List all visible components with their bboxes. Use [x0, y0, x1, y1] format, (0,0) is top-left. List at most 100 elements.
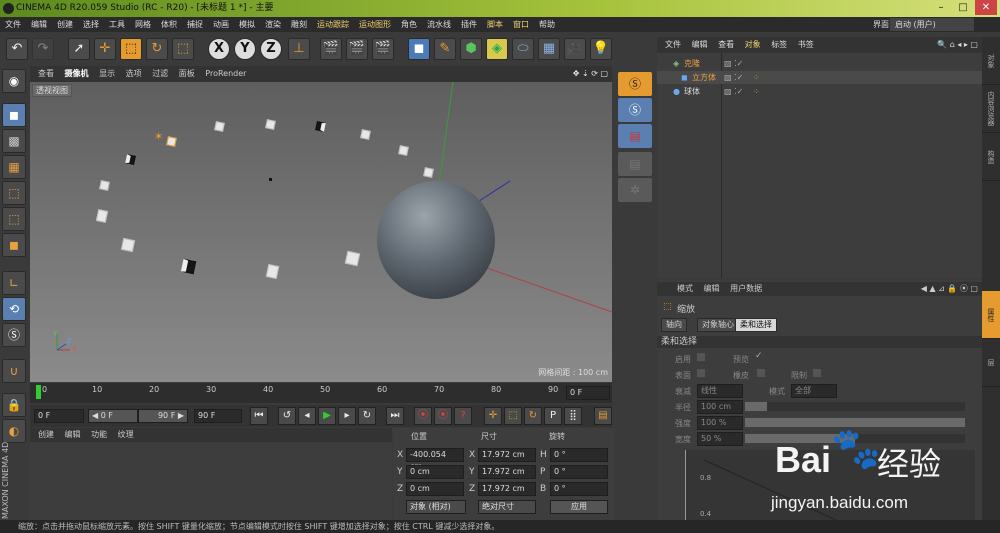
- subdivision-icon[interactable]: ⬢: [460, 38, 482, 60]
- menu-script[interactable]: 脚本: [482, 17, 508, 32]
- coordinate-system-icon[interactable]: ⊥: [288, 38, 310, 60]
- enable-checkbox[interactable]: [697, 353, 705, 361]
- preview-checkbox[interactable]: ✓: [755, 351, 763, 361]
- layer-browser-icon[interactable]: ▤: [618, 124, 652, 148]
- viewport-menu-view[interactable]: 查看: [38, 69, 54, 78]
- size-z-field[interactable]: 17.972 cm: [478, 482, 536, 496]
- next-frame-icon[interactable]: ▸: [338, 407, 356, 425]
- falloff-select[interactable]: 线性: [697, 384, 743, 398]
- menu-help[interactable]: 帮助: [534, 17, 560, 32]
- viewport-menu-prorender[interactable]: ProRender: [205, 69, 246, 78]
- z-axis-lock-button[interactable]: Z: [260, 38, 282, 60]
- radius-field[interactable]: 100 cm: [697, 400, 743, 414]
- clone-cube[interactable]: [398, 145, 409, 156]
- menu-file[interactable]: 文件: [0, 17, 26, 32]
- menu-tools[interactable]: 工具: [104, 17, 130, 32]
- restrict-checkbox[interactable]: [813, 369, 821, 377]
- obj-menu-edit[interactable]: 编辑: [692, 40, 708, 49]
- vtab-content-browser[interactable]: 内容浏览器: [982, 85, 1000, 133]
- clone-cube[interactable]: [120, 237, 136, 253]
- lock-workplane-icon[interactable]: 🔒: [2, 393, 26, 417]
- key-position-icon[interactable]: ✛: [484, 407, 502, 425]
- attr-nav-icons[interactable]: ◀ ▲ ⊿ 🔒 ⦿ ▢: [921, 282, 978, 296]
- play-icon[interactable]: ▶: [318, 407, 336, 425]
- object-name[interactable]: 克隆: [684, 57, 700, 70]
- clone-cube[interactable]: [344, 250, 361, 267]
- cube-object-icon[interactable]: ◼: [408, 38, 430, 60]
- material-menu-texture[interactable]: 纹理: [118, 430, 134, 439]
- clone-cube[interactable]: [99, 180, 110, 191]
- menu-select[interactable]: 选择: [78, 17, 104, 32]
- key-rotation-icon[interactable]: ↻: [524, 407, 542, 425]
- vtab-structure[interactable]: 构造: [982, 133, 1000, 181]
- preview-max-field[interactable]: 90 F ▶: [138, 409, 188, 423]
- axis-mode-icon[interactable]: ∟: [2, 271, 26, 295]
- coordinate-mode-select[interactable]: 对象 (相对): [406, 500, 466, 514]
- clone-cube[interactable]: [315, 121, 326, 132]
- magnet-icon[interactable]: ∪: [2, 359, 26, 383]
- keyframe-selection-icon[interactable]: ?: [454, 407, 472, 425]
- camera-icon[interactable]: 🎥: [564, 38, 586, 60]
- radius-slider[interactable]: [745, 402, 965, 411]
- selected-clone-cube[interactable]: [166, 136, 177, 147]
- object-row[interactable]: ◈ 克隆 ▧ ⁚✓: [657, 57, 982, 70]
- viewport-menu-camera[interactable]: 摄像机: [65, 69, 89, 78]
- move-icon[interactable]: ✛: [94, 38, 116, 60]
- make-editable-icon[interactable]: ◉: [2, 69, 26, 93]
- previous-key-icon[interactable]: ↺: [278, 407, 296, 425]
- start-frame-field[interactable]: 0 F: [34, 409, 84, 423]
- position-x-field[interactable]: -400.054 cm: [406, 448, 464, 471]
- tweak-mode-icon[interactable]: ⟲: [2, 297, 26, 321]
- move-handle-icon[interactable]: ✶: [154, 130, 163, 143]
- rotate-icon[interactable]: ↻: [146, 38, 168, 60]
- phong-tag-icon[interactable]: ⁘: [753, 85, 760, 98]
- workplane-icon[interactable]: ▦: [2, 155, 26, 179]
- size-x-field[interactable]: 17.972 cm: [478, 448, 536, 462]
- menu-pipeline[interactable]: 流水线: [422, 17, 456, 32]
- key-scale-icon[interactable]: ⬚: [504, 407, 522, 425]
- material-menu-function[interactable]: 功能: [91, 430, 107, 439]
- layout-select[interactable]: 启动 (用户): [890, 18, 974, 31]
- obj-menu-file[interactable]: 文件: [665, 40, 681, 49]
- scale-icon[interactable]: ⬚: [120, 38, 142, 60]
- undo-icon[interactable]: ↶: [6, 38, 28, 60]
- polygons-mode-icon[interactable]: ◼: [2, 233, 26, 257]
- x-axis-lock-button[interactable]: X: [208, 38, 230, 60]
- mode-select[interactable]: 全部: [791, 384, 837, 398]
- menu-plugins[interactable]: 插件: [456, 17, 482, 32]
- object-row[interactable]: ◼ 立方体 ▧ ⁚✓ ⁘: [657, 71, 982, 84]
- clone-cube[interactable]: [125, 154, 136, 165]
- phong-tag-icon[interactable]: ⁘: [753, 71, 760, 84]
- model-mode-icon[interactable]: ◼: [2, 103, 26, 127]
- render-settings-icon[interactable]: 🎬: [372, 38, 394, 60]
- rotation-p-field[interactable]: 0 °: [550, 465, 608, 479]
- menu-edit[interactable]: 编辑: [26, 17, 52, 32]
- perspective-viewport[interactable]: 透视视图 Y X Z ✶ 网格间距 : 100 cm: [30, 82, 612, 382]
- menu-create[interactable]: 创建: [52, 17, 78, 32]
- menu-window[interactable]: 窗口: [508, 17, 534, 32]
- y-axis-lock-button[interactable]: Y: [234, 38, 256, 60]
- visibility-icons[interactable]: ▧ ⁚✓: [724, 57, 743, 70]
- object-name[interactable]: 球体: [684, 85, 700, 98]
- clone-cube[interactable]: [423, 167, 434, 178]
- render-view-icon[interactable]: 🎬: [320, 38, 342, 60]
- next-key-icon[interactable]: ↻: [358, 407, 376, 425]
- clone-cube[interactable]: [265, 119, 276, 130]
- menu-mograph[interactable]: 运动图形: [354, 17, 396, 32]
- nodes-icon[interactable]: ✲: [618, 178, 652, 202]
- viewport-menu-panel[interactable]: 面板: [179, 69, 195, 78]
- material-menu-create[interactable]: 创建: [38, 430, 54, 439]
- autokey-icon[interactable]: ⦿: [434, 407, 452, 425]
- snap-icon[interactable]: Ⓢ: [2, 323, 26, 347]
- close-button[interactable]: ✕: [975, 0, 997, 15]
- tab-axis[interactable]: 轴向: [661, 318, 687, 332]
- menu-motion-tracking[interactable]: 运动跟踪: [312, 17, 354, 32]
- tab-object-axis[interactable]: 对象轴心: [697, 318, 739, 332]
- texture-mode-icon[interactable]: ▩: [2, 129, 26, 153]
- snap-toggle-icon[interactable]: Ⓢ: [618, 98, 652, 122]
- key-parameter-icon[interactable]: P: [544, 407, 562, 425]
- menu-mesh[interactable]: 网格: [130, 17, 156, 32]
- menu-snap[interactable]: 捕捉: [182, 17, 208, 32]
- attr-menu-edit[interactable]: 编辑: [704, 284, 720, 293]
- obj-menu-view[interactable]: 查看: [718, 40, 734, 49]
